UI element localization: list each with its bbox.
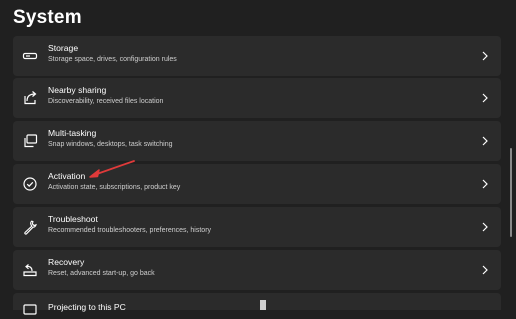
settings-item-recovery[interactable]: Recovery Reset, advanced start-up, go ba… xyxy=(13,250,501,290)
chevron-right-icon xyxy=(481,93,489,103)
activation-subtitle: Activation state, subscriptions, product… xyxy=(48,184,181,191)
troubleshoot-title: Troubleshoot xyxy=(48,214,98,224)
multitasking-title: Multi-tasking xyxy=(48,128,97,138)
chevron-right-icon xyxy=(481,51,489,61)
scrollbar[interactable] xyxy=(510,148,512,237)
chevron-right-icon xyxy=(481,222,489,232)
settings-item-nearby-sharing[interactable]: Nearby sharing Discoverability, received… xyxy=(13,78,501,118)
check-circle-icon xyxy=(22,176,38,192)
settings-list: Storage Storage space, drives, configura… xyxy=(13,0,502,315)
settings-item-troubleshoot[interactable]: Troubleshoot Recommended troubleshooters… xyxy=(13,207,501,247)
settings-item-storage[interactable]: Storage Storage space, drives, configura… xyxy=(13,36,501,76)
nearby-sharing-title: Nearby sharing xyxy=(48,85,107,95)
settings-item-activation[interactable]: Activation Activation state, subscriptio… xyxy=(13,164,501,204)
projection-icon xyxy=(22,303,38,319)
chevron-right-icon xyxy=(481,265,489,275)
multitasking-subtitle: Snap windows, desktops, task switching xyxy=(48,141,173,148)
wrench-icon xyxy=(22,219,38,235)
recovery-icon xyxy=(22,262,38,278)
settings-item-projecting[interactable]: Projecting to this PC xyxy=(13,293,501,315)
chevron-right-icon xyxy=(481,179,489,189)
storage-title: Storage xyxy=(48,43,79,53)
nearby-sharing-subtitle: Discoverability, received files location xyxy=(48,98,164,105)
mouse-pointer xyxy=(260,300,266,310)
storage-icon xyxy=(22,48,38,64)
projecting-title: Projecting to this PC xyxy=(48,302,126,312)
chevron-right-icon xyxy=(481,136,489,146)
recovery-title: Recovery xyxy=(48,257,85,267)
storage-subtitle: Storage space, drives, configuration rul… xyxy=(48,56,177,63)
troubleshoot-subtitle: Recommended troubleshooters, preferences… xyxy=(48,227,212,234)
settings-item-multitasking[interactable]: Multi-tasking Snap windows, desktops, ta… xyxy=(13,121,501,161)
share-icon xyxy=(22,90,38,106)
multitasking-icon xyxy=(22,133,38,149)
activation-title: Activation xyxy=(48,171,86,181)
recovery-subtitle: Reset, advanced start-up, go back xyxy=(48,270,155,277)
